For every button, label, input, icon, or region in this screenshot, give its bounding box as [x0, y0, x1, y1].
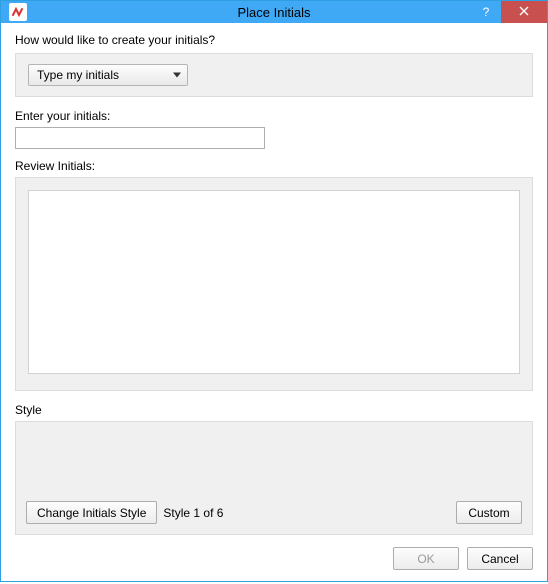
- window-title: Place Initials: [1, 5, 547, 20]
- change-style-button[interactable]: Change Initials Style: [26, 501, 157, 524]
- close-icon: [519, 5, 529, 19]
- chevron-down-icon: [173, 73, 181, 78]
- window-controls: ?: [471, 1, 547, 23]
- custom-style-label: Custom: [468, 506, 509, 520]
- dialog-window: Place Initials ? How would like to creat…: [0, 0, 548, 582]
- review-initials-label: Review Initials:: [15, 159, 533, 173]
- title-bar: Place Initials ?: [1, 1, 547, 23]
- help-button[interactable]: ?: [471, 1, 501, 23]
- cancel-label: Cancel: [481, 552, 518, 566]
- close-button[interactable]: [501, 1, 547, 23]
- cancel-button[interactable]: Cancel: [467, 547, 533, 570]
- ok-button[interactable]: OK: [393, 547, 459, 570]
- ok-label: OK: [417, 552, 434, 566]
- style-counter: Style 1 of 6: [163, 506, 223, 520]
- style-footer: Change Initials Style Style 1 of 6 Custo…: [26, 501, 522, 524]
- help-icon: ?: [483, 5, 490, 19]
- custom-style-button[interactable]: Custom: [456, 501, 522, 524]
- dialog-buttons: OK Cancel: [15, 547, 533, 570]
- change-style-label: Change Initials Style: [37, 506, 146, 520]
- method-dropdown[interactable]: Type my initials: [28, 64, 188, 86]
- dialog-body: How would like to create your initials? …: [1, 23, 547, 584]
- enter-initials-label: Enter your initials:: [15, 109, 533, 123]
- create-method-question: How would like to create your initials?: [15, 33, 533, 47]
- review-group: [15, 177, 533, 391]
- app-icon: [9, 3, 27, 21]
- initials-input[interactable]: [15, 127, 265, 149]
- method-group: Type my initials: [15, 53, 533, 97]
- initials-preview: [28, 190, 520, 374]
- style-label: Style: [15, 403, 533, 417]
- style-group: Change Initials Style Style 1 of 6 Custo…: [15, 421, 533, 535]
- method-dropdown-value: Type my initials: [37, 68, 119, 82]
